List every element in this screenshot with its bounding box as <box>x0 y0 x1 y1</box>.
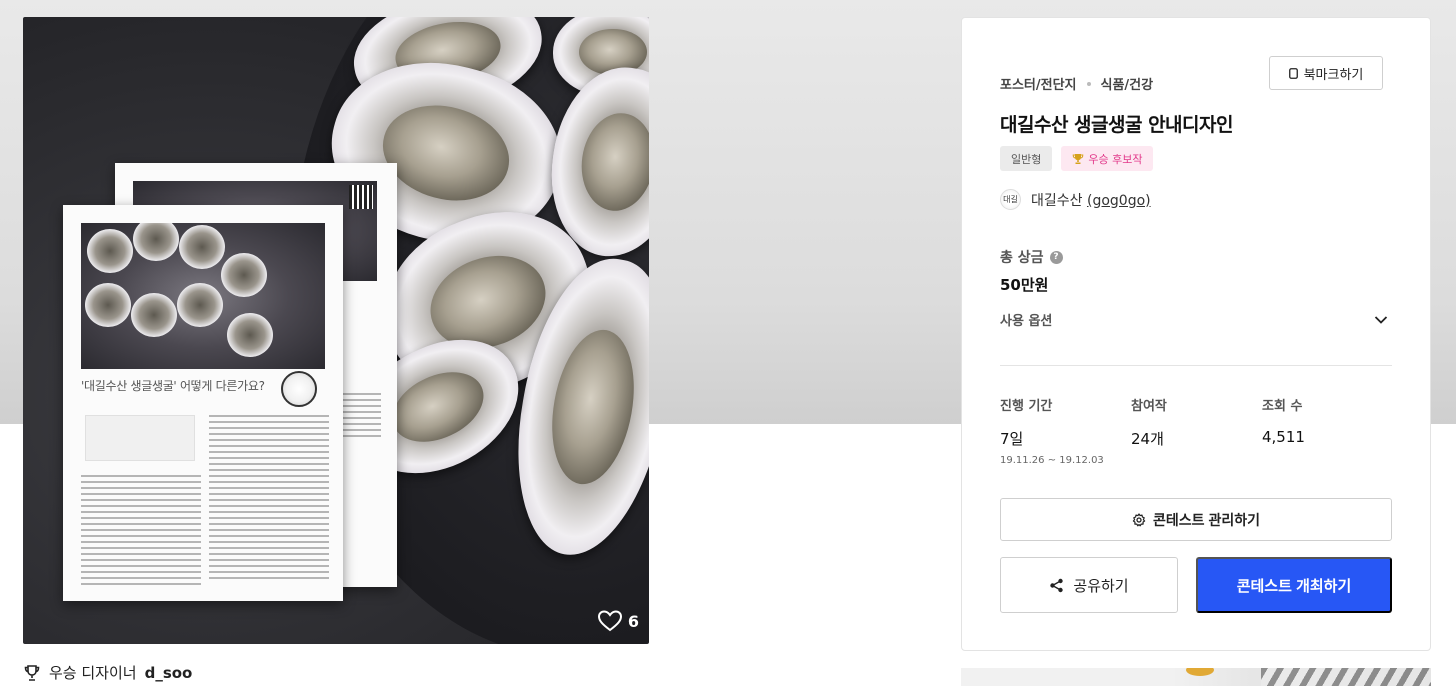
stat-views: 조회 수 4,511 <box>1262 395 1393 466</box>
breadcrumb: 포스터/전단지 식품/건강 <box>1000 74 1153 93</box>
prize-label-text: 총 상금 <box>1000 250 1044 266</box>
owner-handle[interactable]: (gog0go) <box>1087 193 1151 209</box>
contest-info-panel: 포스터/전단지 식품/건강 북마크하기 대길수산 생글생굴 안내디자인 일반형 … <box>961 17 1431 651</box>
status-badge: 우승 후보작 <box>1061 146 1154 171</box>
prize-value: 50만원 <box>1000 276 1049 294</box>
contest-stats: 진행 기간 7일 19.11.26 ~ 19.12.03 참여작 24개 조회 … <box>1000 395 1393 466</box>
tag-list: 일반형 우승 후보작 <box>1000 146 1154 171</box>
poster-headline: '대길수산 생글생굴' 어떻게 다른가요? <box>81 379 265 393</box>
gear-icon <box>1132 512 1146 526</box>
breadcrumb-category[interactable]: 포스터/전단지 <box>1000 74 1077 93</box>
page-title: 대길수산 생글생굴 안내디자인 <box>1000 114 1233 136</box>
avatar: 대길 <box>1000 189 1021 210</box>
host-contest-button[interactable]: 콘테스트 개최하기 <box>1196 557 1392 613</box>
type-badge-label: 일반형 <box>1011 152 1042 166</box>
heart-icon <box>597 610 622 632</box>
stat-views-label: 조회 수 <box>1262 399 1303 414</box>
help-icon[interactable]: ? <box>1049 250 1063 264</box>
stat-duration-label: 진행 기간 <box>1000 399 1053 414</box>
stat-duration: 진행 기간 7일 19.11.26 ~ 19.12.03 <box>1000 395 1131 466</box>
like-count: 6 <box>627 611 639 631</box>
stat-entries-label: 참여작 <box>1131 399 1167 414</box>
coin-graphic <box>1186 668 1214 676</box>
poster-logo-graphic <box>281 371 317 407</box>
stat-entries-value: 24개 <box>1131 430 1164 448</box>
stat-views-value: 4,511 <box>1262 428 1305 446</box>
promo-banner[interactable] <box>961 668 1431 686</box>
chevron-down-icon <box>1374 315 1388 324</box>
manage-contest-button[interactable]: 콘테스트 관리하기 <box>1000 498 1392 541</box>
bookmark-button[interactable]: 북마크하기 <box>1269 56 1383 90</box>
contest-owner[interactable]: 대길 대길수산 (gog0go) <box>1000 189 1151 210</box>
trophy-icon <box>1073 153 1084 164</box>
usage-options-toggle[interactable]: 사용 옵션 <box>1000 310 1392 329</box>
winner-designer-name[interactable]: d_soo <box>145 664 193 682</box>
stat-entries: 참여작 24개 <box>1131 395 1262 466</box>
share-icon <box>1050 578 1064 592</box>
status-badge-label: 우승 후보작 <box>1088 152 1143 166</box>
like-button[interactable]: 6 <box>597 610 639 632</box>
usage-options-label: 사용 옵션 <box>1000 314 1053 329</box>
manage-contest-label: 콘테스트 관리하기 <box>1153 511 1260 528</box>
share-button[interactable]: 공유하기 <box>1000 557 1178 613</box>
trophy-icon <box>24 664 40 681</box>
breadcrumb-subcategory[interactable]: 식품/건강 <box>1101 74 1154 93</box>
owner-name: 대길수산 <box>1031 192 1083 209</box>
contest-image[interactable]: '대길수산 생글생굴' 어떻게 다른가요? 6 <box>23 17 649 644</box>
poster-front-graphic: '대길수산 생글생굴' 어떻게 다른가요? <box>63 205 343 601</box>
winner-label: 우승 디자이너 <box>49 664 137 682</box>
winner-designer: 우승 디자이너 d_soo <box>23 662 192 683</box>
stat-duration-range: 19.11.26 ~ 19.12.03 <box>1000 455 1104 466</box>
type-badge: 일반형 <box>1000 146 1053 171</box>
share-label: 공유하기 <box>1073 577 1129 595</box>
stat-duration-value: 7일 <box>1000 430 1024 448</box>
bookmark-label: 북마크하기 <box>1303 67 1364 83</box>
breadcrumb-separator <box>1086 81 1091 86</box>
prize-label: 총 상금 ? <box>1000 247 1063 267</box>
banner-graphic <box>1261 668 1431 686</box>
divider <box>1000 365 1392 366</box>
host-contest-label: 콘테스트 개최하기 <box>1236 577 1352 595</box>
bookmark-icon <box>1288 67 1298 79</box>
